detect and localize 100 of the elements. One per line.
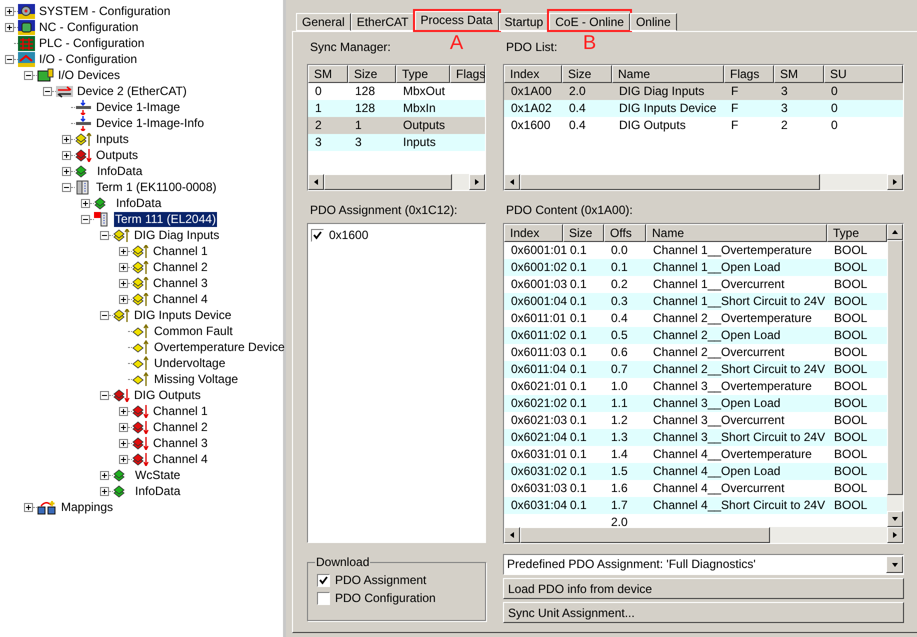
scroll-left-button[interactable] [504, 527, 520, 543]
tree-item[interactable]: Channel 4 [152, 292, 209, 306]
table-row[interactable]: 2 1 Outputs [308, 117, 485, 134]
action-button[interactable]: Sync Unit Assignment... [503, 602, 904, 623]
tree-item[interactable]: InfoData [134, 484, 182, 498]
tree-item[interactable]: Channel 2 [152, 260, 209, 274]
tree-item[interactable]: InfoData [115, 196, 162, 210]
horizontal-scrollbar[interactable] [504, 527, 903, 543]
tree-item[interactable]: Missing Voltage [153, 372, 240, 386]
tree-item[interactable]: Channel 2 [152, 420, 209, 434]
table-row[interactable]: 0x6001:04 0.1 0.3 Channel 1__Short Circuit to 24V BOOL [504, 293, 887, 310]
column-header[interactable]: SM [774, 65, 824, 83]
scroll-left-button[interactable] [504, 174, 520, 190]
column-header[interactable]: Offs [604, 224, 646, 242]
table-row[interactable]: 0x6031:04 0.1 1.7 Channel 4__Short Circuit to 24V BOOL [504, 497, 887, 514]
tree-item[interactable]: I/O Devices [57, 68, 122, 82]
expand-toggle[interactable] [24, 502, 33, 512]
expand-toggle[interactable] [62, 166, 71, 176]
scroll-thumb[interactable] [324, 174, 452, 190]
column-header[interactable]: Size [563, 224, 604, 242]
tab[interactable]: CoE - Online [549, 13, 630, 31]
column-header[interactable]: Index [504, 224, 563, 242]
expand-toggle[interactable] [81, 198, 90, 208]
tree-item[interactable]: Undervoltage [153, 356, 226, 370]
column-header[interactable]: Name [612, 65, 724, 83]
column-header[interactable]: Index [504, 65, 562, 83]
tree-item[interactable]: SYSTEM - Configuration [38, 4, 172, 18]
collapse-toggle[interactable] [24, 70, 33, 80]
table-row[interactable]: 1 128 MbxIn [308, 100, 485, 117]
table-row[interactable]: 0x6031:02 0.1 1.5 Channel 4__Open Load BOOL [504, 463, 887, 480]
column-header[interactable]: SU [824, 65, 903, 83]
collapse-toggle[interactable] [5, 54, 14, 64]
expand-toggle[interactable] [119, 438, 128, 448]
tree-item[interactable]: Inputs [95, 132, 130, 146]
column-header[interactable]: SM [308, 65, 348, 83]
tree-item[interactable]: DIG Inputs Device [133, 308, 232, 322]
scroll-thumb[interactable] [520, 174, 820, 190]
collapse-toggle[interactable] [100, 390, 109, 400]
table-row[interactable]: 0x6021:04 0.1 1.3 Channel 3__Short Circuit to 24V BOOL [504, 429, 887, 446]
expand-toggle[interactable] [100, 470, 109, 480]
scroll-down-button[interactable] [887, 511, 903, 527]
collapse-toggle[interactable] [100, 310, 109, 320]
tree-item[interactable]: Outputs [95, 148, 140, 162]
tree-item[interactable]: DIG Diag Inputs [133, 228, 220, 242]
table-row[interactable]: 0x1A02 0.4 DIG Inputs Device F 3 0 [504, 100, 903, 117]
tab[interactable]: General [296, 13, 351, 31]
tree-item[interactable]: DIG Outputs [133, 388, 202, 402]
scroll-up-button[interactable] [887, 224, 903, 240]
collapse-toggle[interactable] [43, 86, 52, 96]
collapse-toggle[interactable] [81, 214, 90, 224]
tree-item[interactable]: Mappings [60, 500, 114, 514]
vertical-scrollbar[interactable] [887, 224, 903, 527]
column-header[interactable]: Size [562, 65, 612, 83]
tree-item[interactable]: Term 111 (EL2044) [114, 212, 217, 226]
tree-item[interactable]: InfoData [96, 164, 144, 178]
collapse-toggle[interactable] [100, 230, 109, 240]
tree-item[interactable]: Overtemperature Device [153, 340, 286, 354]
horizontal-scrollbar[interactable] [308, 174, 485, 190]
tab[interactable]: EtherCAT [350, 13, 414, 31]
scroll-right-button[interactable] [887, 527, 903, 543]
column-header[interactable]: Flags [724, 65, 774, 83]
tree-item[interactable]: Common Fault [153, 324, 234, 338]
tree-item[interactable]: Device 2 (EtherCAT) [76, 84, 188, 98]
expand-toggle[interactable] [62, 150, 71, 160]
column-header[interactable]: Size [348, 65, 396, 83]
column-header[interactable]: Type [827, 224, 887, 242]
tree-item[interactable]: WcState [134, 468, 182, 482]
checkbox[interactable] [317, 592, 330, 604]
tree-item[interactable]: PLC - Configuration [38, 36, 146, 50]
table-row[interactable]: 0x6011:02 0.1 0.5 Channel 2__Open Load BOOL [504, 327, 887, 344]
expand-toggle[interactable] [62, 134, 71, 144]
tab[interactable]: Online [630, 13, 677, 31]
tree-item[interactable]: Channel 1 [152, 244, 209, 258]
tree-item[interactable]: I/O - Configuration [38, 52, 138, 66]
predefined-dropdown[interactable]: Predefined PDO Assignment: 'Full Diagnostics' [503, 554, 904, 575]
tree-item[interactable]: Channel 1 [152, 404, 209, 418]
table-row[interactable]: 3 3 Inputs [308, 134, 485, 151]
tab[interactable]: Startup [498, 13, 550, 31]
tree-item[interactable]: Device 1-Image-Info [95, 116, 206, 130]
table-row[interactable]: 0x6011:04 0.1 0.7 Channel 2__Short Circuit to 24V BOOL [504, 361, 887, 378]
scroll-thumb[interactable] [520, 527, 770, 543]
tree-item[interactable]: Device 1-Image [95, 100, 182, 114]
tree-item[interactable]: Channel 4 [152, 452, 209, 466]
scroll-thumb[interactable] [887, 240, 903, 495]
action-button[interactable]: Load PDO info from device [503, 578, 904, 599]
expand-toggle[interactable] [100, 486, 109, 496]
tree-item[interactable]: NC - Configuration [38, 20, 140, 34]
horizontal-scrollbar[interactable] [504, 174, 903, 190]
column-header[interactable]: Type [396, 65, 450, 83]
tree-item[interactable]: Term 1 (EK1100-0008) [95, 180, 218, 194]
collapse-toggle[interactable] [62, 182, 71, 192]
scroll-left-button[interactable] [308, 174, 324, 190]
scroll-right-button[interactable] [887, 174, 903, 190]
expand-toggle[interactable] [119, 278, 128, 288]
expand-toggle[interactable] [119, 246, 128, 256]
expand-toggle[interactable] [5, 22, 14, 32]
tree-item[interactable]: Channel 3 [152, 436, 209, 450]
expand-toggle[interactable] [5, 6, 14, 16]
expand-toggle[interactable] [119, 294, 128, 304]
checkbox[interactable] [317, 574, 330, 586]
